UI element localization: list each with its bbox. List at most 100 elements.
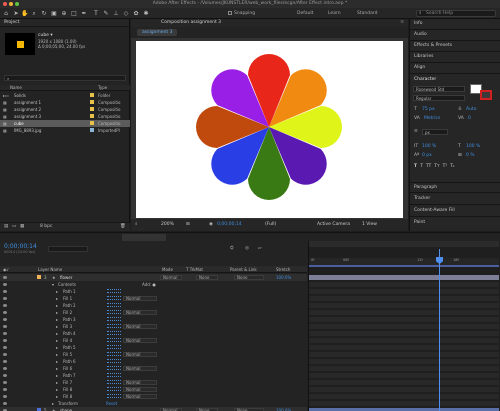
content-aware-fill-panel-header[interactable]: Content-Aware Fill	[410, 206, 500, 217]
eye-icon[interactable]	[3, 401, 7, 405]
property-track[interactable]	[309, 289, 499, 294]
twirl-right-icon[interactable]: ▸	[56, 380, 58, 385]
project-search-input[interactable]: ⌕	[4, 75, 126, 81]
project-item[interactable]: ▦ cube Compositio	[0, 120, 130, 127]
audio-panel-header[interactable]: Audio	[410, 30, 500, 41]
blend-mode-dropdown[interactable]: Normal	[123, 296, 157, 301]
property-track[interactable]	[309, 296, 499, 301]
stroke-width-field[interactable]: px	[422, 129, 448, 135]
baseline-shift-value[interactable]: 0 px	[422, 153, 432, 159]
horizontal-scale-value[interactable]: 100 %	[466, 144, 480, 150]
viewer-timecode[interactable]: 0;00;00;14	[217, 222, 242, 228]
faux-italic-button[interactable]: T	[420, 164, 423, 171]
bit-depth-button[interactable]: 8 bpc	[40, 224, 52, 230]
home-icon[interactable]: ⌂	[2, 9, 10, 18]
shape-group-row[interactable]: ▸ Fill 4 Normal	[0, 337, 307, 344]
font-style-dropdown[interactable]: Regular	[413, 95, 465, 101]
property-track[interactable]	[309, 317, 499, 322]
twirl-right-icon[interactable]: ▸	[56, 324, 58, 329]
align-panel-header[interactable]: Align	[410, 63, 500, 74]
eye-icon[interactable]	[3, 289, 7, 293]
name-column-header[interactable]: Name	[10, 86, 22, 90]
property-track[interactable]	[309, 380, 499, 385]
shape-group-row[interactable]: ▸ Fill 2 Normal	[0, 309, 307, 316]
type-column-header[interactable]: Type	[98, 86, 107, 90]
stretch-value[interactable]: 100.0%	[276, 275, 291, 280]
eye-icon[interactable]	[3, 387, 7, 391]
blend-mode-dropdown[interactable]: Normal	[123, 338, 157, 343]
blend-mode-dropdown[interactable]: Normal	[123, 310, 157, 315]
blend-mode-dropdown[interactable]: Normal	[123, 324, 157, 329]
new-composition-icon[interactable]: ▦	[20, 224, 24, 230]
trash-icon[interactable]: 🗑	[120, 224, 126, 230]
blend-mode-dropdown[interactable]: Normal	[123, 387, 157, 392]
blend-mode-dropdown[interactable]: Normal	[123, 352, 157, 357]
paragraph-panel-header[interactable]: Paragraph	[410, 182, 500, 193]
new-folder-icon[interactable]: ▭	[12, 224, 16, 230]
work-area-bar[interactable]	[309, 265, 499, 267]
layer-duration-bar[interactable]	[309, 275, 499, 280]
eye-icon[interactable]	[3, 359, 7, 363]
superscript-button[interactable]: T¹	[443, 164, 448, 171]
eye-icon[interactable]	[3, 324, 7, 328]
snapping-checkbox[interactable]	[228, 11, 232, 15]
stroke-color-swatch[interactable]	[480, 90, 492, 100]
rectangle-tool-icon[interactable]: □	[70, 9, 78, 18]
shape-group-row[interactable]: ▸ Path 1	[0, 288, 307, 295]
composition-panel-header[interactable]: Composition assignment 3 ≡	[131, 19, 408, 27]
workspace-standard[interactable]: Standard	[357, 11, 377, 16]
parent-header[interactable]: Parent & Link	[230, 267, 257, 272]
project-item[interactable]: ▦ assignment 2 Compositio	[0, 106, 130, 113]
timeline-tab[interactable]: ×assignment 1	[18, 234, 62, 252]
timeline-tab[interactable]: ×cube	[182, 234, 207, 252]
timeline-tab[interactable]: ×assignment 2	[78, 234, 122, 252]
eye-icon[interactable]	[3, 317, 7, 321]
label-color-swatch[interactable]	[90, 107, 94, 111]
faux-bold-button[interactable]: T	[414, 164, 417, 171]
property-track[interactable]	[309, 338, 499, 343]
property-track[interactable]	[309, 282, 499, 287]
twirl-right-icon[interactable]: ▸	[56, 366, 58, 371]
roto-brush-tool-icon[interactable]: ✿	[132, 9, 140, 18]
project-item[interactable]: ▦ assignment 1 Compositio	[0, 99, 130, 106]
workspace-default[interactable]: Default	[297, 11, 313, 16]
transform-row[interactable]: ▸ Transform Reset	[0, 400, 307, 407]
trkmat-dropdown[interactable]: None	[196, 275, 218, 280]
grid-icon[interactable]: ⊞	[186, 222, 190, 228]
eraser-tool-icon[interactable]: ◇	[122, 9, 130, 18]
hand-tool-icon[interactable]: ✋	[21, 9, 29, 18]
label-color-swatch[interactable]	[90, 128, 94, 132]
twirl-right-icon[interactable]: ▸	[56, 338, 58, 343]
contents-row[interactable]: ▾ Contents Add: ●	[0, 281, 307, 288]
shape-group-row[interactable]: ▸ Fill 5 Normal	[0, 351, 307, 358]
search-help-field[interactable]: ⌕ Search Help	[416, 10, 496, 17]
eye-icon[interactable]	[3, 338, 7, 342]
shape-group-row[interactable]: ▸ Path 7	[0, 372, 307, 379]
graph-editor-icon[interactable]: ▱	[258, 246, 261, 252]
shape-group-row[interactable]: ▸ Path 6	[0, 358, 307, 365]
twirl-right-icon[interactable]: ▸	[56, 359, 58, 364]
shape-group-row[interactable]: ▸ Path 3	[0, 316, 307, 323]
views-dropdown[interactable]: 1 View	[362, 222, 377, 228]
workspace-learn[interactable]: Learn	[328, 11, 341, 16]
comp-flowchart-icon[interactable]: ⛭	[230, 246, 234, 252]
small-caps-button[interactable]: Tт	[434, 164, 439, 171]
shape-group-row[interactable]: ▸ Fill 7 Normal	[0, 379, 307, 386]
pan-behind-tool-icon[interactable]: ⊕	[60, 9, 68, 18]
pen-tool-icon[interactable]: ✒	[80, 9, 88, 18]
twirl-down-icon[interactable]: ▾	[52, 282, 54, 287]
project-item[interactable]: ▦ IMG_8893.jpg ImportedPl	[0, 127, 130, 134]
mode-dropdown[interactable]: Normal	[160, 275, 182, 280]
eye-icon[interactable]	[3, 331, 7, 335]
libraries-panel-header[interactable]: Libraries	[410, 52, 500, 63]
font-family-dropdown[interactable]: Rosewood Std	[413, 86, 465, 92]
time-ruler[interactable]: 0f 06f 12f 18f	[309, 258, 499, 265]
eye-icon[interactable]	[3, 282, 7, 286]
twirl-right-icon[interactable]: ▸	[56, 345, 58, 350]
all-caps-button[interactable]: TT	[426, 164, 431, 171]
label-color-swatch[interactable]	[90, 114, 94, 118]
eye-icon[interactable]	[3, 366, 7, 370]
twirl-right-icon[interactable]: ▸	[56, 317, 58, 322]
camera-dropdown[interactable]: Active Camera	[317, 222, 350, 228]
shape-group-row[interactable]: ▸ Fill 1 Normal	[0, 295, 307, 302]
